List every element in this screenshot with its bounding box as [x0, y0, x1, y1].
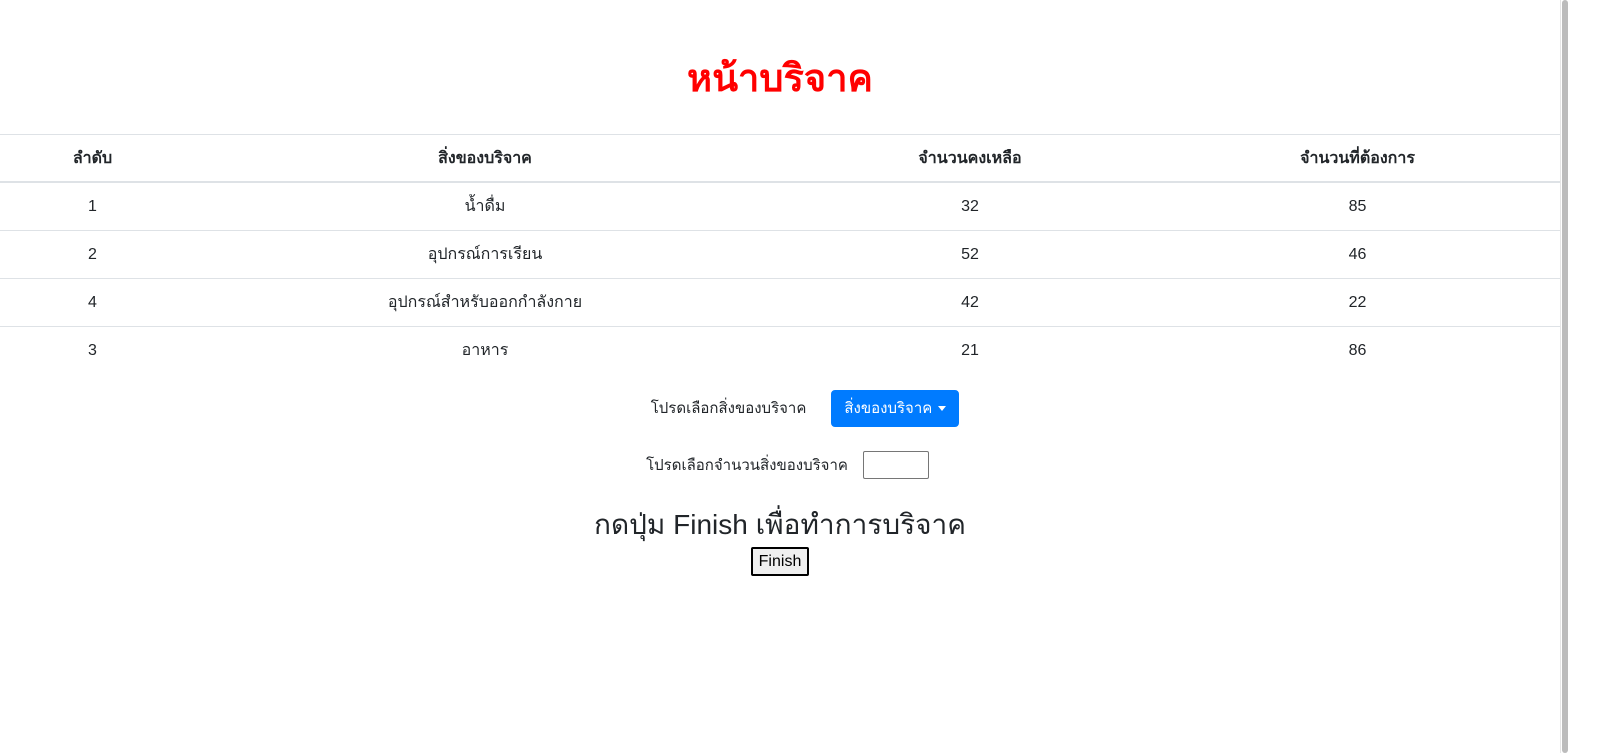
header-item: สิ่งของบริจาค	[185, 134, 785, 183]
cell-item: น้ำดื่ม	[464, 198, 506, 215]
cell-order: 1	[88, 197, 97, 215]
page-title: หน้าบริจาค	[687, 58, 873, 100]
donation-item-dropdown[interactable]: สิ่งของบริจาค	[831, 389, 960, 427]
header-needed: จำนวนที่ต้องการ	[1155, 134, 1560, 183]
cell-item: อุปกรณ์สำหรับออกกำลังกาย	[185, 278, 785, 327]
cell-remaining: 32	[961, 197, 979, 215]
finish-button[interactable]: Finish	[750, 547, 810, 576]
table-header-row: ลำดับ สิ่งของบริจาค จำนวนคงเหลือ จำนวนที…	[0, 134, 1560, 183]
table-row: 4 อุปกรณ์สำหรับออกกำลังกาย 42 22	[0, 278, 1560, 327]
dropdown-label: สิ่งของบริจาค	[844, 400, 933, 417]
header-order: ลำดับ	[0, 134, 185, 183]
header-remaining: จำนวนคงเหลือ	[785, 134, 1155, 183]
cell-item: อาหาร	[185, 326, 785, 374]
scrollbar-track	[1560, 0, 1561, 753]
cell-remaining: 42	[785, 278, 1155, 327]
table-row: 3 อาหาร 21 86	[0, 326, 1560, 374]
table-row: 2 อุปกรณ์การเรียน 52 46	[0, 230, 1560, 279]
finish-button-container: Finish	[0, 547, 1560, 576]
item-select-row: โปรดเลือกสิ่งของบริจาค สิ่งของบริจาค	[0, 389, 1560, 427]
quantity-label: โปรดเลือกจำนวนสิ่งของบริจาค	[646, 457, 848, 474]
cell-order: 4	[0, 278, 185, 327]
quantity-row: โปรดเลือกจำนวนสิ่งของบริจาค	[0, 450, 1560, 480]
page: หน้าบริจาค ลำดับ สิ่งของบริจาค จำนวนคงเห…	[0, 0, 1607, 753]
cell-remaining: 52	[785, 230, 1155, 279]
vertical-scrollbar[interactable]	[1560, 0, 1607, 753]
cell-order: 2	[0, 230, 185, 279]
cell-needed: 85	[1348, 197, 1367, 215]
main-content: หน้าบริจาค ลำดับ สิ่งของบริจาค จำนวนคงเห…	[0, 0, 1560, 753]
cell-order: 3	[0, 326, 185, 374]
cell-needed: 86	[1155, 326, 1560, 374]
caret-down-icon	[938, 405, 947, 411]
scrollbar-thumb[interactable]	[1562, 0, 1568, 753]
select-item-label: โปรดเลือกสิ่งของบริจาค	[650, 400, 807, 417]
finish-instruction: กดปุ่ม Finish เพื่อทำการบริจาค	[593, 509, 967, 540]
cell-needed: 46	[1155, 230, 1560, 279]
table-row: 1 น้ำดื่ม 32 85	[0, 182, 1560, 231]
cell-needed: 22	[1155, 278, 1560, 327]
cell-remaining: 21	[785, 326, 1155, 374]
cell-item: อุปกรณ์การเรียน	[185, 230, 785, 279]
quantity-input[interactable]	[862, 451, 929, 479]
donation-table: ลำดับ สิ่งของบริจาค จำนวนคงเหลือ จำนวนที…	[0, 134, 1560, 374]
